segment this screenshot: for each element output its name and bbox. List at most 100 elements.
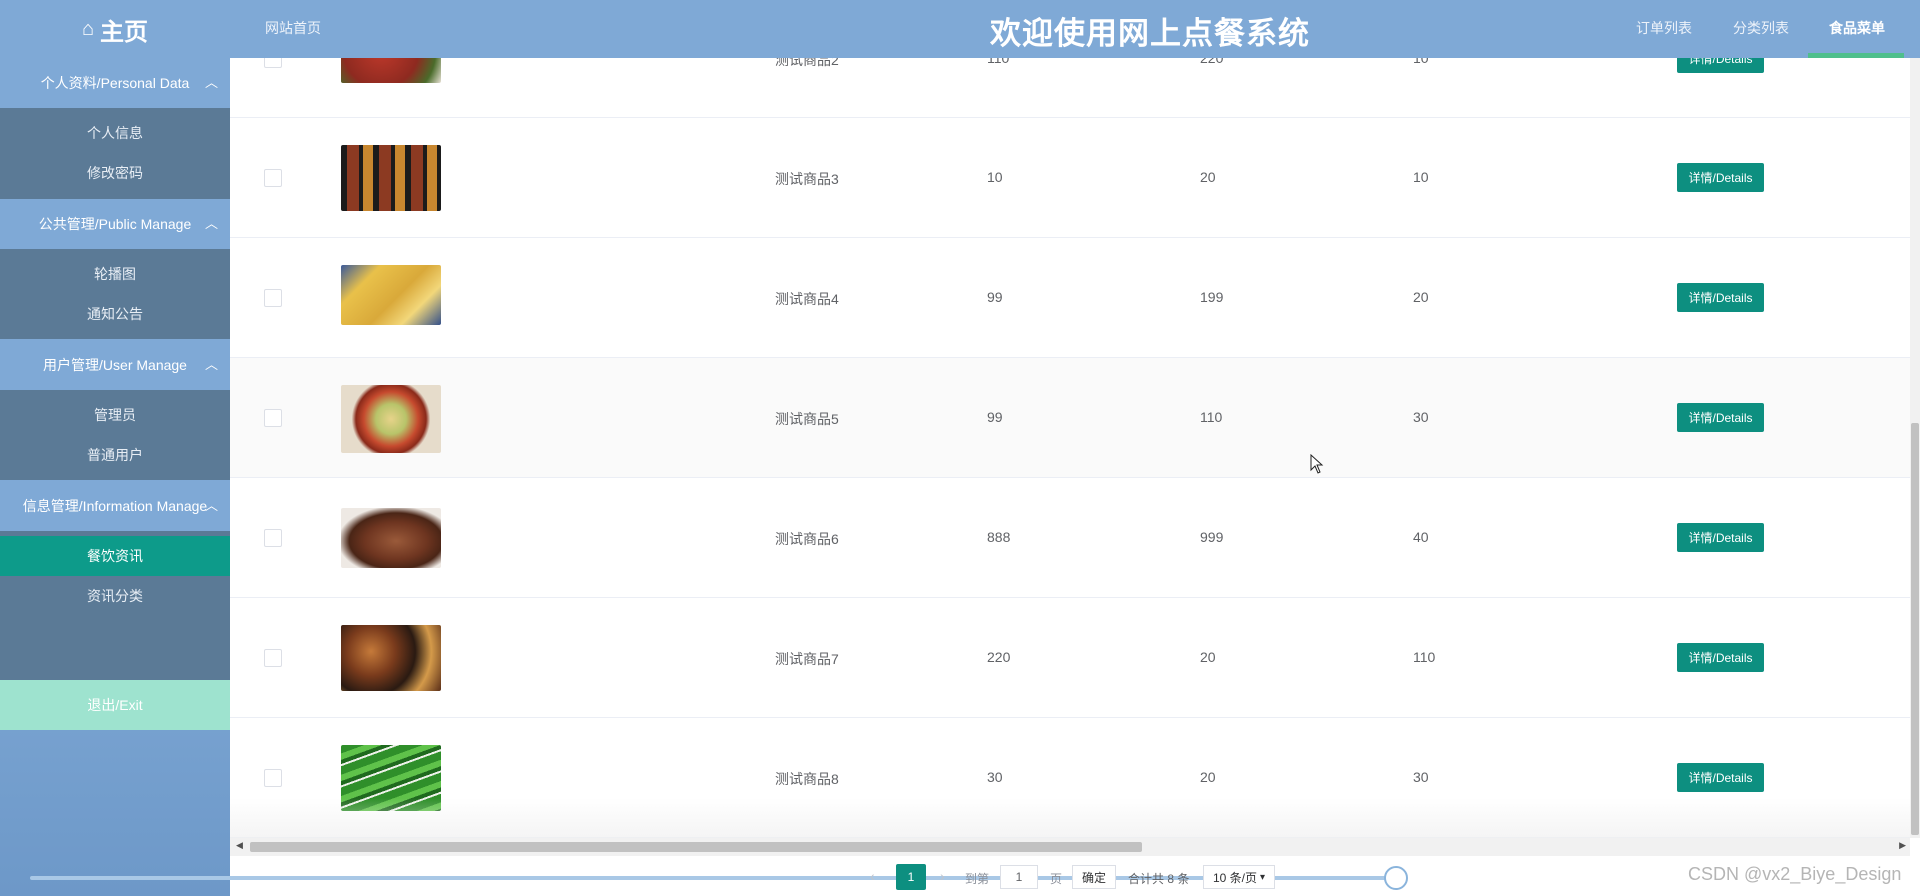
nav-food-menu[interactable]: 食品菜单: [1829, 18, 1885, 38]
food-name: 测试商品6: [775, 531, 839, 547]
food-price: 888: [987, 529, 1011, 545]
page-title: 欢迎使用网上点餐系统: [990, 16, 1310, 51]
table-fade: [230, 798, 1920, 838]
row-checkbox[interactable]: [264, 289, 282, 307]
chevron-up-icon: ︿: [204, 357, 218, 372]
page-size-select[interactable]: 10 条/页 ▾: [1203, 865, 1275, 889]
food-image: [341, 145, 441, 211]
details-button[interactable]: 详情/Details: [1677, 58, 1764, 73]
nav-orders[interactable]: 订单列表: [1636, 18, 1692, 38]
details-button[interactable]: 详情/Details: [1677, 163, 1764, 192]
page-suffix: 页: [1050, 872, 1063, 886]
food-price: 99: [987, 409, 1003, 425]
active-nav-indicator: [1808, 53, 1904, 58]
table-row: 测试商品4 99 199 20 详情/Details: [230, 238, 1910, 358]
goto-page-input[interactable]: [1000, 865, 1038, 889]
sidebar-item-dining-news[interactable]: 餐饮资讯: [0, 536, 230, 576]
table-row: 测试商品2 110 220 10 详情/Details: [230, 58, 1910, 118]
food-name: 测试商品5: [775, 411, 839, 427]
table-row: 测试商品5 99 110 30 详情/Details: [230, 358, 1910, 478]
horizontal-scroll-thumb[interactable]: [250, 842, 1142, 852]
section-title: 信息管理/Information Manage: [22, 498, 208, 514]
section-title: 公共管理/Public Manage: [38, 216, 192, 232]
food-price: 110: [987, 58, 1010, 66]
page-slider-track[interactable]: [30, 876, 1394, 880]
logout-button[interactable]: 退出/Exit: [0, 680, 230, 730]
food-price: 10: [987, 169, 1003, 185]
food-image: [341, 508, 441, 568]
food-stock: 110: [1413, 649, 1436, 665]
table-row: 测试商品3 10 20 10 详情/Details: [230, 118, 1910, 238]
food-stock: 30: [1413, 409, 1429, 425]
nav-categories[interactable]: 分类列表: [1733, 18, 1789, 38]
sidebar-section-public[interactable]: 公共管理/Public Manage ︿: [0, 199, 230, 249]
chevron-up-icon: ︿: [204, 75, 218, 90]
food-price: 99: [987, 289, 1003, 305]
row-checkbox[interactable]: [264, 169, 282, 187]
details-button[interactable]: 详情/Details: [1677, 403, 1764, 432]
sidebar-item-notice[interactable]: 通知公告: [0, 294, 230, 334]
chevron-down-icon: ▾: [1260, 871, 1266, 883]
sidebar-section-users[interactable]: 用户管理/User Manage ︿: [0, 340, 230, 390]
section-title: 个人资料/Personal Data: [40, 75, 190, 91]
page-slider-handle[interactable]: [1384, 866, 1408, 890]
sidebar-item-carousel[interactable]: 轮播图: [0, 254, 230, 294]
page-size-value: 10 条/页: [1212, 870, 1257, 885]
food-orig-price: 20: [1200, 769, 1216, 785]
food-stock: 40: [1413, 529, 1429, 545]
row-checkbox[interactable]: [264, 58, 282, 68]
food-price: 30: [987, 769, 1003, 785]
food-orig-price: 220: [1200, 58, 1224, 66]
food-image: [341, 58, 441, 83]
vertical-scroll-thumb[interactable]: [1911, 423, 1919, 835]
food-name: 测试商品4: [775, 291, 839, 307]
total-count: 合计共 8 条: [1128, 872, 1190, 886]
food-orig-price: 999: [1200, 529, 1224, 545]
row-checkbox[interactable]: [264, 409, 282, 427]
next-page-icon[interactable]: ›: [940, 868, 945, 884]
food-stock: 10: [1413, 58, 1429, 66]
details-button[interactable]: 详情/Details: [1677, 643, 1764, 672]
food-table: 测试商品2 110 220 10 详情/Details 测试商品3 10 20 …: [230, 58, 1920, 838]
goto-confirm-button[interactable]: 确定: [1072, 865, 1116, 889]
vertical-scrollbar[interactable]: [1910, 58, 1920, 838]
sidebar-item-news-category[interactable]: 资讯分类: [0, 576, 230, 616]
scroll-right-icon[interactable]: ▶: [1899, 840, 1906, 851]
food-orig-price: 110: [1200, 409, 1223, 425]
food-name: 测试商品8: [775, 771, 839, 787]
sidebar-section-info[interactable]: 信息管理/Information Manage ︿: [0, 481, 230, 531]
chevron-up-icon: ︿: [204, 216, 218, 231]
food-stock: 30: [1413, 769, 1429, 785]
details-button[interactable]: 详情/Details: [1677, 283, 1764, 312]
home-link[interactable]: ⌂ 主页: [0, 0, 230, 58]
sidebar: 个人资料/Personal Data ︿ 个人信息 修改密码 公共管理/Publ…: [0, 58, 230, 896]
row-checkbox[interactable]: [264, 649, 282, 667]
table-row: 测试商品7 220 20 110 详情/Details: [230, 598, 1910, 718]
row-checkbox[interactable]: [264, 769, 282, 787]
sidebar-item-admins[interactable]: 管理员: [0, 395, 230, 435]
home-icon: ⌂: [81, 17, 95, 40]
food-image: [341, 265, 441, 325]
food-stock: 20: [1413, 289, 1429, 305]
details-button[interactable]: 详情/Details: [1677, 763, 1764, 792]
food-name: 测试商品3: [775, 171, 839, 187]
watermark: CSDN @vx2_Biye_Design: [1688, 864, 1902, 884]
food-stock: 10: [1413, 169, 1429, 185]
sidebar-item-change-password[interactable]: 修改密码: [0, 153, 230, 193]
site-home-link[interactable]: 网站首页: [265, 18, 321, 38]
chevron-up-icon: ︿: [204, 498, 218, 513]
sidebar-item-profile[interactable]: 个人信息: [0, 113, 230, 153]
sidebar-section-personal[interactable]: 个人资料/Personal Data ︿: [0, 58, 230, 108]
table-row: 测试商品6 888 999 40 详情/Details: [230, 478, 1910, 598]
scroll-left-icon[interactable]: ◀: [236, 840, 243, 851]
horizontal-scrollbar[interactable]: ◀ ▶: [230, 838, 1910, 856]
prev-page-icon[interactable]: ‹: [870, 868, 875, 884]
row-checkbox[interactable]: [264, 529, 282, 547]
food-name: 测试商品7: [775, 651, 839, 667]
current-page[interactable]: 1: [896, 864, 926, 890]
mouse-cursor-icon: [1310, 454, 1324, 474]
details-button[interactable]: 详情/Details: [1677, 523, 1764, 552]
food-name: 测试商品2: [775, 58, 839, 68]
sidebar-item-users[interactable]: 普通用户: [0, 435, 230, 475]
section-title: 用户管理/User Manage: [43, 357, 187, 373]
